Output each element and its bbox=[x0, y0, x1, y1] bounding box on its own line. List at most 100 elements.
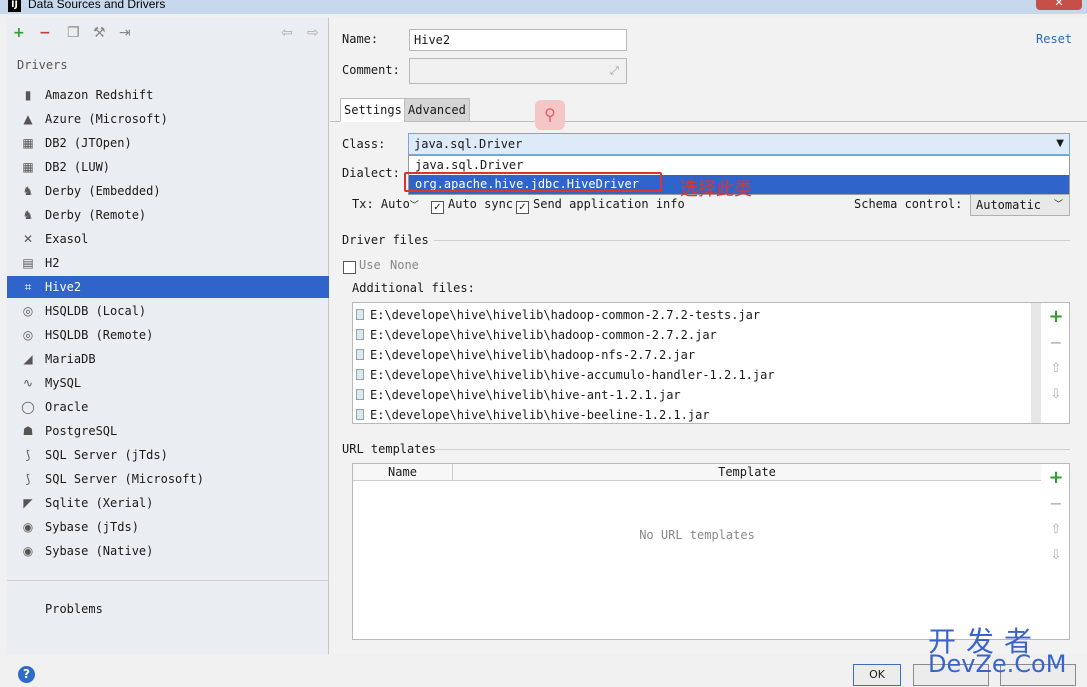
add-template-icon[interactable]: + bbox=[1043, 468, 1069, 488]
use-value: None bbox=[390, 258, 419, 272]
driver-item-azure[interactable]: ▲ Azure (Microsoft) bbox=[7, 108, 329, 130]
driver-label: DB2 (JTOpen) bbox=[45, 136, 132, 150]
mysql-icon: ∿ bbox=[22, 376, 34, 390]
auto-sync-label: Auto sync bbox=[448, 197, 514, 211]
driver-item-postgresql[interactable]: ☗ PostgreSQL bbox=[7, 420, 329, 442]
search-icon[interactable]: ⚲ bbox=[535, 100, 565, 130]
driver-label: HSQLDB (Remote) bbox=[45, 328, 154, 342]
driver-label: Sqlite (Xerial) bbox=[45, 496, 154, 510]
class-dropdown-value: java.sql.Driver bbox=[414, 137, 523, 151]
duplicate-icon[interactable]: ❐ bbox=[67, 26, 80, 40]
file-path: E:\develope\hive\hivelib\hadoop-nfs-2.7.… bbox=[370, 348, 696, 362]
driver-files-title: Driver files bbox=[342, 233, 429, 247]
remove-template-icon[interactable]: − bbox=[1043, 494, 1069, 514]
send-info-checkbox[interactable]: ✓ bbox=[516, 201, 529, 214]
file-path: E:\develope\hive\hivelib\hive-accumulo-h… bbox=[370, 368, 775, 382]
hsqldb-icon: ◎ bbox=[22, 304, 34, 318]
wrench-icon[interactable]: ⚒ bbox=[93, 26, 106, 40]
driver-label: Azure (Microsoft) bbox=[45, 112, 168, 126]
driver-item-hsqldb-remote[interactable]: ◎ HSQLDB (Remote) bbox=[7, 324, 329, 346]
expand-icon[interactable]: ⤢ bbox=[610, 64, 619, 78]
tab-settings[interactable]: Settings bbox=[340, 98, 406, 122]
files-scrollbar[interactable] bbox=[1031, 303, 1041, 423]
driver-label: HSQLDB (Local) bbox=[45, 304, 147, 318]
driver-item-exasol[interactable]: ✕ Exasol bbox=[7, 228, 329, 250]
back-arrow-icon[interactable]: ⇦ bbox=[281, 26, 293, 40]
driver-item-derby-remote[interactable]: ♞ Derby (Remote) bbox=[7, 204, 329, 226]
driver-label: DB2 (LUW) bbox=[45, 160, 111, 174]
add-icon[interactable]: + bbox=[13, 26, 25, 40]
auto-sync-checkbox[interactable]: ✓ bbox=[431, 201, 444, 214]
close-window-button[interactable]: ✕ bbox=[1036, 0, 1082, 10]
driver-settings-panel: Name: Hive2 Reset Comment: ⤢ Settings Ad… bbox=[330, 18, 1087, 654]
driver-item-sybase-jtds[interactable]: ◉ Sybase (jTds) bbox=[7, 516, 329, 538]
driver-item-hsqldb-local[interactable]: ◎ HSQLDB (Local) bbox=[7, 300, 329, 322]
use-label: Use bbox=[359, 258, 381, 272]
template-column-header[interactable]: Template bbox=[453, 464, 1041, 481]
tx-label: Tx: Auto bbox=[352, 197, 410, 211]
reset-link[interactable]: Reset bbox=[1036, 32, 1072, 46]
section-divider bbox=[434, 449, 1070, 450]
driver-label: Exasol bbox=[45, 232, 89, 246]
driver-item-oracle[interactable]: ◯ Oracle bbox=[7, 396, 329, 418]
driver-item-db2-jtopen[interactable]: ▦ DB2 (JTOpen) bbox=[7, 132, 329, 154]
driver-item-h2[interactable]: ▤ H2 bbox=[7, 252, 329, 274]
name-column-header[interactable]: Name bbox=[353, 464, 453, 481]
sqlserver-icon: ⟆ bbox=[25, 448, 31, 462]
help-button[interactable]: ? bbox=[18, 666, 35, 683]
move-down-icon[interactable]: ⇩ bbox=[1043, 385, 1069, 405]
jar-file-icon bbox=[356, 369, 364, 380]
driver-label: Derby (Embedded) bbox=[45, 184, 161, 198]
driver-item-hive2[interactable]: ⌗ Hive2 bbox=[7, 276, 329, 298]
list-item[interactable]: E:\develope\hive\hivelib\hadoop-nfs-2.7.… bbox=[356, 345, 695, 365]
jar-file-icon bbox=[356, 309, 364, 320]
problems-item[interactable]: Problems bbox=[45, 602, 103, 616]
list-item[interactable]: E:\develope\hive\hivelib\hadoop-common-2… bbox=[356, 305, 760, 325]
driver-item-sybase-native[interactable]: ◉ Sybase (Native) bbox=[7, 540, 329, 562]
driver-label: PostgreSQL bbox=[45, 424, 118, 438]
driver-item-derby-embedded[interactable]: ♞ Derby (Embedded) bbox=[7, 180, 329, 202]
jar-file-icon bbox=[356, 349, 364, 360]
table-header: Name Template bbox=[353, 464, 1041, 481]
class-dropdown[interactable]: java.sql.Driver ▼ bbox=[408, 133, 1070, 155]
ok-button[interactable]: OK bbox=[853, 664, 901, 686]
driver-label: Sybase (jTds) bbox=[45, 520, 139, 534]
sybase-icon: ◉ bbox=[22, 544, 34, 558]
list-item[interactable]: E:\develope\hive\hivelib\hive-beeline-1.… bbox=[356, 405, 710, 423]
use-checkbox[interactable] bbox=[343, 261, 356, 274]
driver-label: MariaDB bbox=[45, 352, 96, 366]
list-item[interactable]: E:\develope\hive\hivelib\hive-accumulo-h… bbox=[356, 365, 775, 385]
tx-mode-dropdown[interactable]: Tx: Auto﹀ bbox=[352, 197, 419, 211]
file-path: E:\develope\hive\hivelib\hadoop-common-2… bbox=[370, 308, 761, 322]
move-up-icon[interactable]: ⇧ bbox=[1043, 520, 1069, 540]
remove-icon[interactable]: − bbox=[39, 26, 51, 40]
derby-icon: ♞ bbox=[22, 208, 34, 222]
move-down-icon[interactable]: ⇩ bbox=[1043, 546, 1069, 566]
driver-item-db2-luw[interactable]: ▦ DB2 (LUW) bbox=[7, 156, 329, 178]
driver-item-sqlite[interactable]: ◤ Sqlite (Xerial) bbox=[7, 492, 329, 514]
export-icon[interactable]: ⇥ bbox=[119, 26, 131, 40]
sybase-icon: ◉ bbox=[22, 520, 34, 534]
azure-icon: ▲ bbox=[23, 112, 33, 126]
driver-label: Hive2 bbox=[45, 280, 82, 294]
list-item[interactable]: E:\develope\hive\hivelib\hadoop-common-2… bbox=[356, 325, 717, 345]
name-field[interactable]: Hive2 bbox=[409, 29, 627, 51]
comment-field[interactable] bbox=[409, 58, 627, 84]
url-templates-table: Name Template No URL templates + − ⇧ ⇩ bbox=[352, 463, 1070, 640]
driver-item-sqlserver-jtds[interactable]: ⟆ SQL Server (jTds) bbox=[7, 444, 329, 466]
jar-file-icon bbox=[356, 409, 364, 420]
move-up-icon[interactable]: ⇧ bbox=[1043, 359, 1069, 379]
hive-icon: ⌗ bbox=[24, 280, 32, 294]
driver-item-amazon-redshift[interactable]: ▮ Amazon Redshift bbox=[7, 84, 329, 106]
driver-item-mysql[interactable]: ∿ MySQL bbox=[7, 372, 329, 394]
remove-file-icon[interactable]: − bbox=[1043, 333, 1069, 353]
tab-advanced[interactable]: Advanced bbox=[404, 98, 470, 122]
forward-arrow-icon[interactable]: ⇨ bbox=[307, 26, 319, 40]
list-item[interactable]: E:\develope\hive\hivelib\hive-ant-1.2.1.… bbox=[356, 385, 681, 405]
driver-item-mariadb[interactable]: ◢ MariaDB bbox=[7, 348, 329, 370]
schema-control-dropdown[interactable]: Automatic ﹀ bbox=[970, 194, 1070, 216]
add-file-icon[interactable]: + bbox=[1043, 307, 1069, 327]
panel-divider bbox=[7, 580, 329, 581]
driver-item-sqlserver-microsoft[interactable]: ⟆ SQL Server (Microsoft) bbox=[7, 468, 329, 490]
schema-control-label: Schema control: bbox=[854, 197, 963, 211]
